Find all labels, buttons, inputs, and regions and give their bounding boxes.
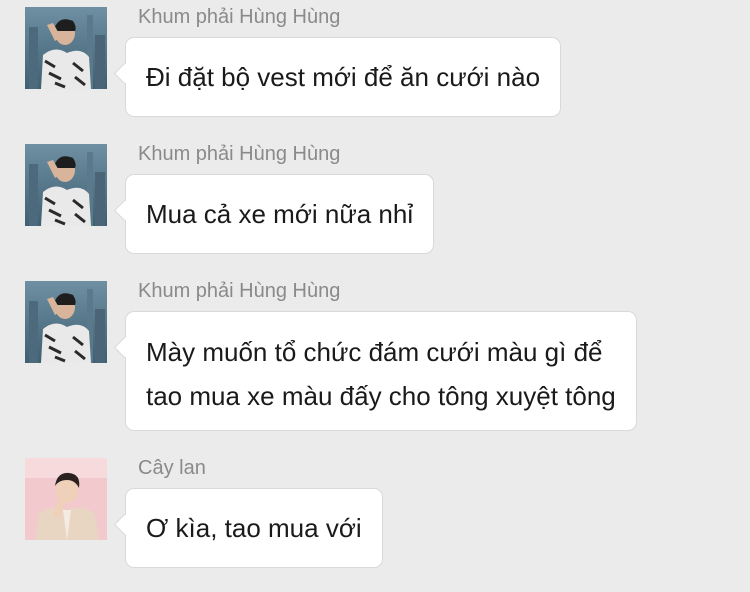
sender-avatar[interactable] — [25, 458, 107, 540]
bubble-tail — [113, 336, 136, 359]
sender-avatar[interactable] — [25, 144, 107, 226]
message-bubble[interactable]: Mua cả xe mới nữa nhỉ — [113, 174, 435, 254]
sender-name: Cây lan — [138, 457, 206, 479]
sender-avatar[interactable] — [25, 281, 107, 363]
message-bubble[interactable]: Mày muốn tổ chức đám cưới màu gì để tao … — [113, 311, 637, 431]
male-avatar-city-icon — [25, 281, 107, 363]
message-text: Ơ kìa, tao mua với — [146, 513, 362, 543]
message-bubble[interactable]: Ơ kìa, tao mua với — [113, 488, 383, 568]
male-avatar-pink-icon — [25, 458, 107, 540]
message-text-line: Mày muốn tổ chức đám cưới màu gì để — [146, 337, 603, 367]
bubble-tail — [113, 513, 136, 536]
sender-name: Khum phải Hùng Hùng — [138, 280, 341, 302]
sender-name: Khum phải Hùng Hùng — [138, 6, 341, 28]
sender-avatar[interactable] — [25, 7, 107, 89]
bubble-tail — [113, 62, 136, 85]
bubble-tail — [113, 199, 136, 222]
message-bubble[interactable]: Đi đặt bộ vest mới để ăn cưới nào — [113, 37, 562, 117]
male-avatar-city-icon — [25, 7, 107, 89]
male-avatar-city-icon — [25, 144, 107, 226]
sender-name: Khum phải Hùng Hùng — [138, 143, 341, 165]
message-text: Đi đặt bộ vest mới để ăn cưới nào — [146, 62, 541, 92]
message-text-line: tao mua xe màu đấy cho tông xuyệt tông — [146, 381, 616, 411]
message-text: Mua cả xe mới nữa nhỉ — [146, 199, 414, 229]
